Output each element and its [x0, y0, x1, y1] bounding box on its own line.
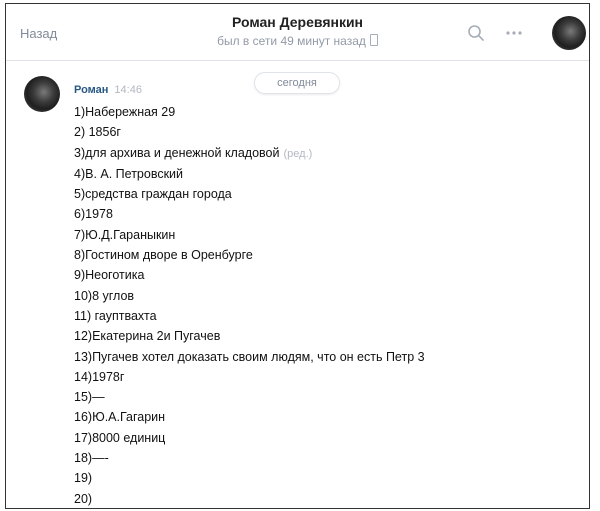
message-line: 10)8 углов — [74, 288, 135, 303]
message-line: 20) — [74, 491, 93, 506]
message-line: 16)Ю.А.Гагарин — [74, 410, 166, 425]
search-icon[interactable] — [466, 23, 486, 43]
contact-name[interactable]: Роман Деревянкин — [6, 14, 589, 30]
message-line: 15)— — [74, 390, 105, 405]
message-line: 17)8000 единиц — [74, 430, 166, 445]
message-body: 1)Набережная 29 2) 1856г 3)для архива и … — [74, 102, 574, 508]
message-line: 2) 1856г — [74, 125, 121, 140]
sender-avatar[interactable] — [24, 76, 60, 112]
message-line: 14)1978г — [74, 369, 125, 384]
message-line: 7)Ю.Д.Гараныкин — [74, 227, 176, 242]
message-line: 19) — [74, 471, 93, 486]
chat-header: Назад Роман Деревянкин был в сети 49 мин… — [6, 4, 589, 61]
message-author[interactable]: Роман — [74, 84, 108, 96]
contact-info[interactable]: Роман Деревянкин был в сети 49 минут наз… — [6, 14, 589, 48]
message-line: 4)В. А. Петровский — [74, 166, 184, 181]
message-line: 6)1978 — [74, 207, 113, 222]
message-line: 3)для архива и денежной кладовой (ред.) — [74, 143, 574, 164]
date-divider: сегодня — [254, 72, 340, 94]
status-text: был в сети 49 минут назад — [217, 34, 366, 48]
mobile-icon — [369, 34, 378, 46]
message-line: 13)Пугачев хотел доказать своим людям, ч… — [74, 349, 425, 364]
chat-window: Назад Роман Деревянкин был в сети 49 мин… — [5, 3, 590, 509]
message-line: 1)Набережная 29 — [74, 105, 176, 119]
message-line: 5)средства граждан города — [74, 187, 232, 202]
message-line-text: 3)для архива и денежной кладовой — [74, 145, 280, 160]
edited-marker: (ред.) — [283, 147, 313, 160]
message-time: 14:46 — [114, 84, 142, 96]
message-line: 8)Гостином дворе в Оренбурге — [74, 248, 253, 263]
more-icon[interactable] — [504, 23, 524, 43]
message-line: 11) гауптвахта — [74, 308, 157, 323]
contact-avatar[interactable] — [552, 16, 586, 50]
message-line: 18)—- — [74, 451, 109, 466]
contact-status: был в сети 49 минут назад — [6, 34, 589, 48]
message-line: 9)Неоготика — [74, 268, 145, 283]
message-line: 12)Екатерина 2и Пугачев — [74, 329, 221, 344]
message-header: Роман 14:46 — [74, 84, 142, 96]
